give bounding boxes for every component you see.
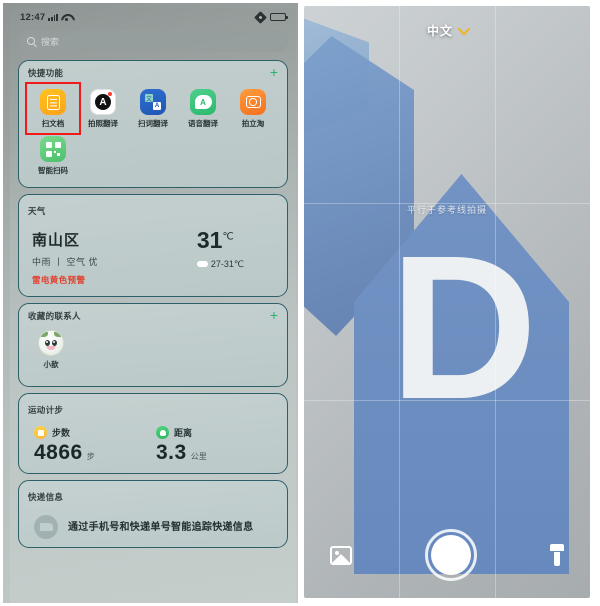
distance-metric-value-row: 3.3 公里 bbox=[156, 441, 278, 465]
status-clock: 12:47 bbox=[20, 11, 46, 23]
steps-metric-count: 步数 4866 步 bbox=[34, 426, 156, 465]
steps-metrics: 步数 4866 步 距离 3.3 公里 bbox=[28, 426, 278, 465]
camera-viewfinder[interactable]: D 中文 平行于参考线拍摄 bbox=[304, 6, 590, 598]
battery-icon bbox=[270, 13, 288, 21]
favorite-contacts-card: 收藏的联系人 + 小歆 bbox=[18, 303, 288, 387]
weather-range-text: 27-31℃ bbox=[210, 259, 244, 269]
right-phone-panel: D 中文 平行于参考线拍摄 bbox=[300, 0, 600, 606]
quick-functions-add-button[interactable]: + bbox=[270, 65, 278, 79]
distance-metric-unit: 公里 bbox=[190, 452, 207, 461]
contacts-add-button[interactable]: + bbox=[270, 308, 278, 322]
rotation-lock-icon bbox=[254, 10, 267, 24]
express-info-card[interactable]: 快递信息 通过手机号和快递单号智能追踪快递信息 bbox=[18, 480, 288, 548]
contacts-title: 收藏的联系人 bbox=[28, 311, 81, 321]
avatar bbox=[38, 330, 64, 356]
shutter-button-icon[interactable] bbox=[425, 529, 477, 581]
scan-document-icon bbox=[40, 89, 66, 115]
language-label: 中文 bbox=[426, 24, 453, 38]
steps-metric-unit: 步 bbox=[86, 452, 95, 461]
weather-condition: 中雨 丨 空气 优 bbox=[32, 257, 99, 267]
steps-metric-value: 4866 bbox=[34, 441, 83, 464]
quick-function-photo-translate[interactable]: A 拍照翻译 bbox=[78, 85, 128, 132]
chevron-down-icon bbox=[457, 22, 471, 36]
distance-metric-head: 距离 bbox=[156, 426, 278, 439]
weather-card[interactable]: 天气 南山区 中雨 丨 空气 优 雷电黄色预警 31℃ 27-31℃ bbox=[18, 194, 288, 297]
weather-title: 天气 bbox=[28, 206, 46, 216]
weather-body: 南山区 中雨 丨 空气 优 雷电黄色预警 31℃ 27-31℃ bbox=[28, 229, 278, 288]
quick-function-scan-document[interactable]: 扫文档 bbox=[25, 82, 81, 135]
reference-line-vertical bbox=[495, 6, 496, 598]
search-input[interactable]: 搜索 bbox=[18, 30, 288, 52]
photo-translate-icon: A bbox=[90, 89, 116, 115]
cloud-icon bbox=[196, 260, 208, 269]
quick-function-label: 智能扫码 bbox=[38, 166, 68, 175]
quick-function-label: 拍立淘 bbox=[241, 119, 265, 128]
quick-function-label: 拍照翻译 bbox=[88, 119, 118, 128]
weather-range: 27-31℃ bbox=[196, 259, 244, 270]
search-icon bbox=[27, 37, 35, 45]
flashlight-icon[interactable] bbox=[550, 544, 564, 566]
distance-metric-label: 距离 bbox=[174, 428, 193, 438]
document-letter: D bbox=[389, 213, 537, 442]
quick-function-label: 扫词翻译 bbox=[138, 119, 168, 128]
steps-metric-value-row: 4866 步 bbox=[34, 441, 156, 465]
language-selector[interactable]: 中文 bbox=[304, 22, 590, 39]
quick-functions-card: 快捷功能 + 扫文档 A 拍照翻译 文 A 扫词翻译 A 语音翻译 拍立淘 智能… bbox=[18, 60, 288, 188]
capture-hint-text: 平行于参考线拍摄 bbox=[406, 205, 487, 215]
distance-metric-value: 3.3 bbox=[156, 441, 187, 464]
weather-alert-badge: 雷电黄色预警 bbox=[32, 275, 86, 285]
quick-functions-header: 快捷功能 + bbox=[28, 65, 278, 79]
steps-metric-distance: 距离 3.3 公里 bbox=[156, 426, 278, 465]
quick-function-word-translate[interactable]: 扫词翻译 bbox=[128, 85, 178, 132]
contact-name: 小歆 bbox=[43, 360, 59, 369]
quick-function-shop-camera[interactable]: 拍立淘 bbox=[228, 85, 278, 132]
distance-icon bbox=[156, 426, 169, 439]
search-placeholder: 搜索 bbox=[41, 36, 60, 47]
weather-city: 南山区 bbox=[32, 232, 81, 249]
reference-line-horizontal bbox=[304, 400, 590, 401]
status-bar-right bbox=[254, 10, 288, 24]
temperature-unit: ℃ bbox=[222, 231, 234, 243]
weather-temperature: 31℃ bbox=[197, 229, 244, 252]
weather-right: 31℃ 27-31℃ bbox=[196, 229, 274, 270]
card-list: 快捷功能 + 扫文档 A 拍照翻译 文 A 扫词翻译 A 语音翻译 拍立淘 智能… bbox=[10, 60, 296, 548]
shop-camera-icon bbox=[240, 89, 266, 115]
contacts-header: 收藏的联系人 + bbox=[28, 308, 278, 322]
reference-line-vertical bbox=[399, 6, 400, 598]
list-item[interactable]: 小歆 bbox=[34, 330, 68, 370]
negative-screen: 12:47 搜索 快捷功能 + 扫文档 A 拍照翻译 文 A 扫词翻译 A 语音… bbox=[10, 8, 296, 606]
steps-metric-label: 步数 bbox=[52, 428, 71, 438]
express-title: 快递信息 bbox=[28, 492, 64, 502]
quick-function-voice-translate[interactable]: A 语音翻译 bbox=[178, 85, 228, 132]
voice-translate-icon: A bbox=[190, 89, 216, 115]
panel-divider bbox=[298, 0, 302, 606]
wifi-icon bbox=[61, 13, 71, 21]
status-bar-left: 12:47 bbox=[20, 12, 71, 23]
qr-scan-icon bbox=[40, 136, 66, 162]
camera-controls bbox=[304, 512, 590, 598]
left-phone-panel: 12:47 搜索 快捷功能 + 扫文档 A 拍照翻译 文 A 扫词翻译 A 语音… bbox=[0, 0, 300, 606]
steps-title: 运动计步 bbox=[28, 405, 64, 415]
split-screen-root: 12:47 搜索 快捷功能 + 扫文档 A 拍照翻译 文 A 扫词翻译 A 语音… bbox=[0, 0, 600, 606]
temperature-value: 31 bbox=[196, 227, 223, 253]
signal-bars-icon bbox=[48, 13, 59, 21]
steps-icon bbox=[34, 426, 47, 439]
delivery-truck-icon bbox=[34, 515, 58, 539]
quick-functions-title: 快捷功能 bbox=[28, 68, 64, 78]
quick-function-label: 扫文档 bbox=[41, 119, 65, 128]
gallery-icon[interactable] bbox=[330, 545, 352, 565]
steps-metric-head: 步数 bbox=[34, 426, 156, 439]
express-body: 通过手机号和快递单号智能追踪快递信息 bbox=[28, 515, 278, 539]
step-counter-card[interactable]: 运动计步 步数 4866 步 距离 3.3 公里 bbox=[18, 393, 288, 474]
word-scan-translate-icon bbox=[140, 89, 166, 115]
status-bar: 12:47 bbox=[10, 8, 296, 26]
quick-functions-grid: 扫文档 A 拍照翻译 扫词翻译 A 语音翻译 bbox=[25, 82, 278, 179]
weather-left: 南山区 中雨 丨 空气 优 雷电黄色预警 bbox=[32, 229, 98, 286]
contacts-list: 小歆 bbox=[28, 330, 278, 378]
quick-function-qr-scan[interactable]: 智能扫码 bbox=[28, 132, 78, 179]
quick-function-label: 语音翻译 bbox=[188, 119, 218, 128]
express-description: 通过手机号和快递单号智能追踪快递信息 bbox=[68, 521, 254, 533]
